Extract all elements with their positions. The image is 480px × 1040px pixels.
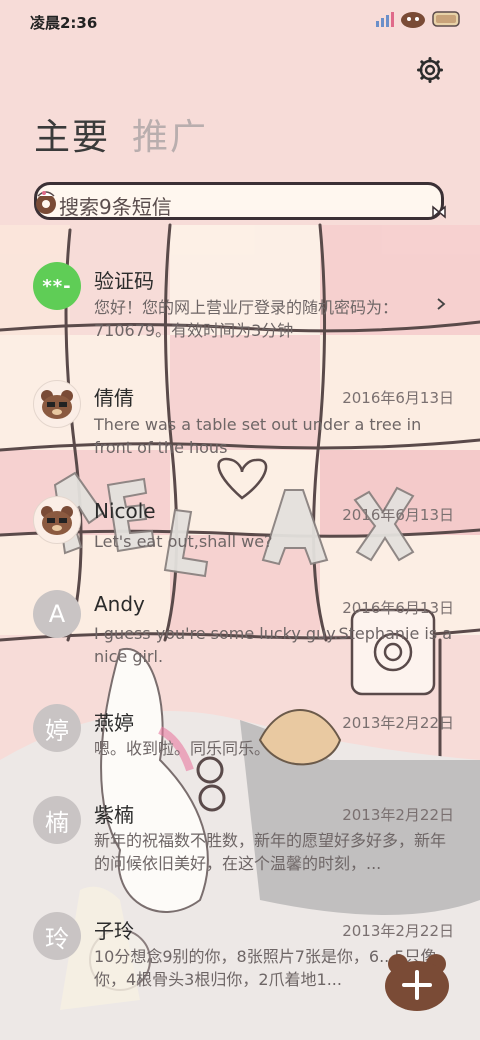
avatar: **-: [33, 262, 81, 310]
contact-name: 验证码: [94, 269, 154, 293]
search-placeholder: 搜索9条短信: [59, 195, 172, 219]
contact-name: Nicole: [94, 499, 156, 523]
avatar: 玲: [33, 912, 81, 960]
message-date: 2016年6月13日: [342, 506, 454, 524]
search-input[interactable]: 搜索9条短信: [34, 182, 446, 220]
compose-button[interactable]: [384, 950, 450, 1012]
bow-icon: [432, 205, 446, 219]
tab-promotions[interactable]: 推广: [132, 108, 208, 160]
message-date: 2013年2月22日: [342, 806, 454, 824]
list-item[interactable]: 倩倩 2016年6月13日 There was a table set out …: [0, 368, 480, 478]
bear-avatar-icon: [41, 390, 73, 419]
contact-name: 子玲: [94, 919, 134, 943]
contact-name: 燕婷: [94, 711, 134, 735]
list-item[interactable]: 楠 紫楠 2013年2月22日 新年的祝福数不胜数，新年的愿望好多好多，新年的问…: [0, 796, 480, 906]
battery-icon: [432, 11, 460, 27]
avatar: A: [33, 590, 81, 638]
tab-bar: 主要 推广: [34, 108, 208, 160]
message-preview: 新年的祝福数不胜数，新年的愿望好多好多，新年的问候依旧美好，在这个温馨的时刻，.…: [94, 831, 447, 873]
bear-avatar-icon: [41, 506, 73, 535]
message-preview: Let's eat out,shall we?: [94, 532, 273, 551]
avatar: 楠: [33, 796, 81, 844]
list-item[interactable]: A Andy 2016年6月13日 I guess you're some lu…: [0, 584, 480, 694]
message-preview: There was a table set out under a tree i…: [94, 415, 422, 457]
list-item[interactable]: Nicole 2016年6月13日 Let's eat out,shall we…: [0, 486, 480, 586]
chevron-right-icon[interactable]: [434, 297, 448, 311]
status-time: 凌晨2:36: [30, 14, 98, 32]
signal-icon: [376, 11, 394, 27]
avatar: [33, 380, 81, 428]
message-preview: I guess you're some lucky guy.Stephanie …: [94, 624, 453, 666]
contact-name: 紫楠: [94, 803, 134, 827]
avatar: 婷: [33, 704, 81, 752]
message-date: 2013年2月22日: [342, 714, 454, 732]
message-date: 2013年2月22日: [342, 922, 454, 940]
status-bar: 凌晨2:36: [0, 0, 480, 44]
gear-icon[interactable]: [416, 56, 444, 84]
tab-primary[interactable]: 主要: [34, 108, 110, 160]
message-preview: 您好！您的网上营业厅登录的随机密码为：710679。有效时间为3分钟: [94, 298, 399, 340]
contact-name: 倩倩: [94, 386, 134, 410]
message-date: 2016年6月13日: [342, 389, 454, 407]
list-item[interactable]: 婷 燕婷 2013年2月22日 嗯。收到啦。同乐同乐。: [0, 700, 480, 790]
status-icons: [376, 10, 462, 28]
message-preview: 嗯。收到啦。同乐同乐。: [94, 739, 271, 758]
message-date: 2016年6月13日: [342, 599, 454, 617]
contact-name: Andy: [94, 592, 145, 616]
list-item[interactable]: **- 验证码 您好！您的网上营业厅登录的随机密码为：710679。有效时间为3…: [0, 250, 480, 360]
avatar: [33, 496, 81, 544]
wifi-icon: [401, 12, 425, 28]
